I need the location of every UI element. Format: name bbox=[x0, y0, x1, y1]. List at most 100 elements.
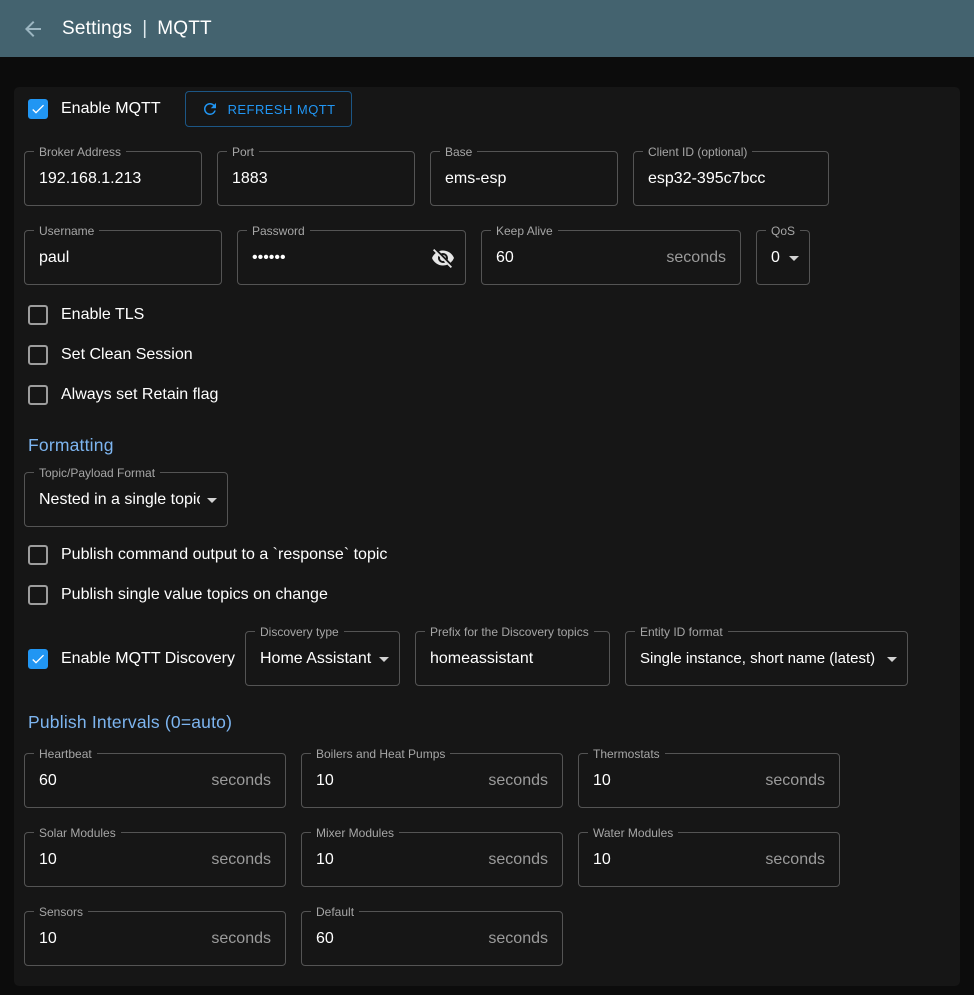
password-field[interactable]: Password bbox=[237, 230, 466, 285]
retain-flag-row[interactable]: Always set Retain flag bbox=[24, 375, 950, 415]
sensors-interval-input[interactable] bbox=[25, 912, 203, 965]
username-field[interactable]: Username bbox=[24, 230, 222, 285]
keep-alive-input[interactable] bbox=[482, 231, 658, 284]
base-field[interactable]: Base bbox=[430, 151, 618, 206]
qos-select[interactable]: QoS 0 bbox=[756, 230, 810, 285]
appbar-separator: | bbox=[142, 18, 147, 40]
publish-single-row[interactable]: Publish single value topics on change bbox=[24, 575, 950, 615]
sensors-interval-field[interactable]: Sensors seconds bbox=[24, 911, 286, 966]
seconds-suffix: seconds bbox=[765, 851, 825, 869]
discovery-prefix-label: Prefix for the Discovery topics bbox=[425, 626, 594, 638]
seconds-suffix: seconds bbox=[211, 772, 271, 790]
seconds-suffix: seconds bbox=[211, 851, 271, 869]
heartbeat-label: Heartbeat bbox=[34, 748, 97, 760]
broker-address-input[interactable] bbox=[25, 152, 201, 205]
dropdown-caret-icon bbox=[200, 488, 224, 512]
port-field[interactable]: Port bbox=[217, 151, 415, 206]
heartbeat-interval-input[interactable] bbox=[25, 754, 203, 807]
publish-options-group: Publish command output to a `response` t… bbox=[24, 535, 950, 615]
publish-response-checkbox[interactable] bbox=[28, 545, 48, 565]
publish-single-label: Publish single value topics on change bbox=[61, 586, 328, 604]
publish-response-label: Publish command output to a `response` t… bbox=[61, 546, 387, 564]
connection-row-1: Broker Address Port Base Client ID (opti… bbox=[24, 151, 950, 206]
solar-interval-input[interactable] bbox=[25, 833, 203, 886]
water-label: Water Modules bbox=[588, 827, 678, 839]
publish-response-row[interactable]: Publish command output to a `response` t… bbox=[24, 535, 950, 575]
publish-single-checkbox[interactable] bbox=[28, 585, 48, 605]
broker-address-label: Broker Address bbox=[34, 146, 126, 158]
enable-mqtt-checkbox[interactable] bbox=[28, 99, 48, 119]
client-id-field[interactable]: Client ID (optional) bbox=[633, 151, 829, 206]
topic-format-select[interactable]: Topic/Payload Format Nested in a single … bbox=[24, 472, 228, 527]
enable-tls-checkbox[interactable] bbox=[28, 305, 48, 325]
topic-format-value: Nested in a single topic bbox=[25, 491, 200, 509]
mixer-interval-input[interactable] bbox=[302, 833, 480, 886]
client-id-label: Client ID (optional) bbox=[643, 146, 752, 158]
topic-format-label: Topic/Payload Format bbox=[34, 467, 160, 479]
mixer-interval-field[interactable]: Mixer Modules seconds bbox=[301, 832, 563, 887]
back-button[interactable] bbox=[20, 16, 46, 42]
formatting-heading: Formatting bbox=[28, 435, 950, 456]
password-input[interactable] bbox=[238, 231, 431, 284]
thermostats-interval-input[interactable] bbox=[579, 754, 757, 807]
entity-id-format-label: Entity ID format bbox=[635, 626, 728, 638]
base-label: Base bbox=[440, 146, 477, 158]
solar-interval-field[interactable]: Solar Modules seconds bbox=[24, 832, 286, 887]
refresh-mqtt-button[interactable]: REFRESH MQTT bbox=[185, 91, 352, 127]
thermostats-label: Thermostats bbox=[588, 748, 665, 760]
entity-id-format-value: Single instance, short name (latest) bbox=[626, 650, 880, 667]
keep-alive-suffix: seconds bbox=[666, 249, 726, 267]
mixer-label: Mixer Modules bbox=[311, 827, 399, 839]
mqtt-discovery-checkbox[interactable] bbox=[28, 649, 48, 669]
visibility-off-icon bbox=[431, 246, 455, 270]
enable-tls-label: Enable TLS bbox=[61, 306, 144, 324]
retain-flag-checkbox[interactable] bbox=[28, 385, 48, 405]
check-icon bbox=[30, 101, 46, 117]
clean-session-row[interactable]: Set Clean Session bbox=[24, 335, 950, 375]
clean-session-checkbox[interactable] bbox=[28, 345, 48, 365]
sensors-label: Sensors bbox=[34, 906, 88, 918]
thermostats-interval-field[interactable]: Thermostats seconds bbox=[578, 753, 840, 808]
dropdown-caret-icon bbox=[372, 647, 396, 671]
seconds-suffix: seconds bbox=[488, 851, 548, 869]
qos-label: QoS bbox=[766, 225, 800, 237]
enable-mqtt-label: Enable MQTT bbox=[61, 100, 161, 118]
intervals-row-3: Sensors seconds Default seconds bbox=[24, 911, 950, 966]
client-id-input[interactable] bbox=[634, 152, 828, 205]
broker-address-field[interactable]: Broker Address bbox=[24, 151, 202, 206]
water-interval-field[interactable]: Water Modules seconds bbox=[578, 832, 840, 887]
boilers-interval-input[interactable] bbox=[302, 754, 480, 807]
default-interval-field[interactable]: Default seconds bbox=[301, 911, 563, 966]
discovery-prefix-input[interactable] bbox=[416, 632, 609, 685]
appbar-title-mqtt: MQTT bbox=[157, 18, 212, 40]
default-label: Default bbox=[311, 906, 359, 918]
heartbeat-interval-field[interactable]: Heartbeat seconds bbox=[24, 753, 286, 808]
options-group: Enable TLS Set Clean Session Always set … bbox=[24, 295, 950, 415]
keep-alive-field[interactable]: Keep Alive seconds bbox=[481, 230, 741, 285]
clean-session-label: Set Clean Session bbox=[61, 346, 193, 364]
appbar-title-settings: Settings bbox=[62, 18, 132, 40]
seconds-suffix: seconds bbox=[765, 772, 825, 790]
retain-flag-label: Always set Retain flag bbox=[61, 386, 218, 404]
discovery-type-label: Discovery type bbox=[255, 626, 344, 638]
refresh-icon bbox=[201, 100, 219, 118]
enable-tls-row[interactable]: Enable TLS bbox=[24, 295, 950, 335]
username-input[interactable] bbox=[25, 231, 221, 284]
refresh-mqtt-label: REFRESH MQTT bbox=[228, 102, 336, 117]
dropdown-caret-icon bbox=[880, 647, 904, 671]
entity-id-format-select[interactable]: Entity ID format Single instance, short … bbox=[625, 631, 908, 686]
discovery-prefix-field[interactable]: Prefix for the Discovery topics bbox=[415, 631, 610, 686]
intervals-row-1: Heartbeat seconds Boilers and Heat Pumps… bbox=[24, 753, 950, 808]
port-input[interactable] bbox=[218, 152, 414, 205]
boilers-interval-field[interactable]: Boilers and Heat Pumps seconds bbox=[301, 753, 563, 808]
toggle-password-visibility-button[interactable] bbox=[431, 246, 455, 270]
dropdown-caret-icon bbox=[782, 246, 806, 270]
connection-row-2: Username Password Keep Alive seconds QoS… bbox=[24, 230, 950, 285]
default-interval-input[interactable] bbox=[302, 912, 480, 965]
mqtt-discovery-toggle[interactable]: Enable MQTT Discovery bbox=[28, 649, 230, 669]
topic-format-row: Topic/Payload Format Nested in a single … bbox=[24, 472, 950, 527]
discovery-type-select[interactable]: Discovery type Home Assistant bbox=[245, 631, 400, 686]
intervals-row-2: Solar Modules seconds Mixer Modules seco… bbox=[24, 832, 950, 887]
water-interval-input[interactable] bbox=[579, 833, 757, 886]
base-input[interactable] bbox=[431, 152, 617, 205]
